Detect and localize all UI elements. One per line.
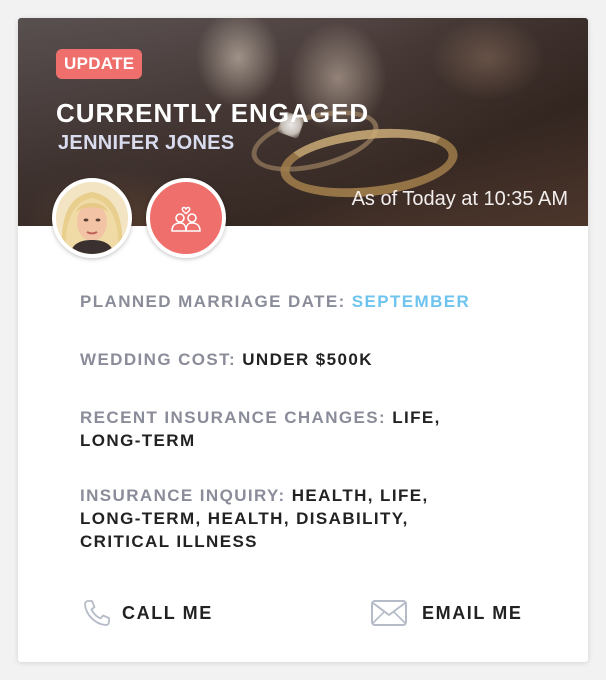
detail-insurance-inquiry: INSURANCE INQUIRY: HEALTH, LIFE, LONG-TE… <box>80 484 480 553</box>
detail-value: CRITICAL ILLNESS <box>80 532 258 551</box>
couple-heart-icon <box>171 206 201 232</box>
detail-value: UNDER $500K <box>242 350 373 369</box>
call-me-button[interactable]: CALL ME <box>82 598 213 628</box>
detail-label: INSURANCE INQUIRY: <box>80 486 286 505</box>
detail-wedding-cost: WEDDING COST: UNDER $500K <box>80 348 480 371</box>
page-title: CURRENTLY ENGAGED <box>56 98 370 128</box>
person-name: JENNIFER JONES <box>58 132 235 154</box>
detail-value: HEALTH, LIFE, <box>291 486 429 505</box>
email-me-button[interactable]: EMAIL ME <box>370 598 522 628</box>
person-photo-icon <box>56 182 128 254</box>
timestamp: As of Today at 10:35 AM <box>351 188 568 210</box>
detail-label: WEDDING COST: <box>80 350 237 369</box>
detail-label: RECENT INSURANCE CHANGES: <box>80 408 387 427</box>
update-badge: UPDATE <box>56 49 143 79</box>
profile-card: UPDATE CURRENTLY ENGAGED JENNIFER JONES … <box>18 18 588 662</box>
detail-marriage-date: PLANNED MARRIAGE DATE: SEPTEMBER <box>80 290 480 313</box>
detail-insurance-changes: RECENT INSURANCE CHANGES: LIFE, LONG-TER… <box>80 406 480 452</box>
detail-label: PLANNED MARRIAGE DATE: <box>80 292 346 311</box>
envelope-icon <box>370 598 408 628</box>
detail-value: LIFE, <box>392 408 441 427</box>
avatar[interactable] <box>52 178 132 258</box>
detail-value: SEPTEMBER <box>351 292 471 311</box>
phone-icon <box>82 598 112 628</box>
engagement-status-icon <box>146 178 226 258</box>
call-me-label: CALL ME <box>122 602 213 623</box>
detail-value: LONG-TERM <box>80 431 196 450</box>
email-me-label: EMAIL ME <box>422 602 523 623</box>
detail-value: LONG-TERM, HEALTH, DISABILITY, <box>80 509 409 528</box>
